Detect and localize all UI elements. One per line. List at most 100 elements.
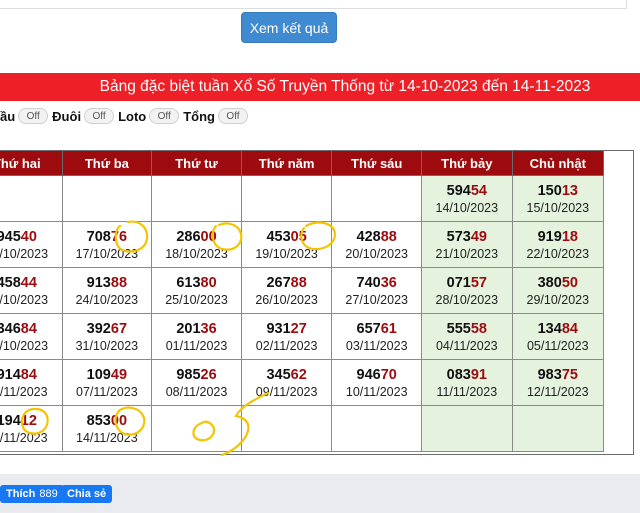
special-prize-number: 45305 xyxy=(242,228,332,246)
draw-date: 03/11/2023 xyxy=(345,338,408,353)
draw-date: 27/10/2023 xyxy=(345,292,408,307)
number-tail: 40 xyxy=(20,228,37,245)
result-cell: 39267 31/10/2023 xyxy=(61,313,153,360)
toggle-switch-loto[interactable]: Off xyxy=(149,108,180,124)
draw-date: 07/11/2023 xyxy=(76,384,138,399)
draw-date: 16/10/2023 xyxy=(0,246,49,261)
result-cell: 07157 28/10/2023 xyxy=(421,267,513,314)
number-tail: 49 xyxy=(110,366,128,383)
special-prize-number: 94670 xyxy=(332,366,421,384)
toggle-switch-head[interactable]: Off xyxy=(18,108,49,124)
draw-date: 21/10/2023 xyxy=(435,246,499,261)
draw-date: 26/10/2023 xyxy=(255,292,318,307)
result-cell: 55558 04/11/2023 xyxy=(421,313,513,360)
number-head: 346 xyxy=(0,320,21,337)
result-cell: 61380 25/10/2023 xyxy=(151,267,242,314)
toggle-loto: Loto Off xyxy=(118,108,183,124)
special-prize-number: 91388 xyxy=(63,274,152,292)
special-prize-number: 98526 xyxy=(152,366,241,384)
draw-date: 29/10/2023 xyxy=(526,292,590,307)
table-row: 9148406/11/20231094907/11/20239852608/11… xyxy=(0,359,605,406)
number-head: 983 xyxy=(537,366,562,383)
column-header: Thứ hai xyxy=(0,150,63,176)
draw-date: 15/10/2023 xyxy=(526,200,590,215)
view-results-button[interactable]: Xem kết quả xyxy=(241,12,337,43)
result-cell: 85300 14/11/2023 xyxy=(61,405,153,452)
draw-date: 24/10/2023 xyxy=(75,292,139,307)
draw-date: 09/11/2023 xyxy=(255,384,318,399)
result-cell: 38050 29/10/2023 xyxy=(511,267,605,314)
number-tail: 36 xyxy=(380,274,397,291)
result-cell: 9454016/10/2023 xyxy=(0,221,63,268)
draw-date: 17/10/2023 xyxy=(75,246,139,261)
special-prize-number: 98375 xyxy=(513,366,603,384)
column-header: Thứ bảy xyxy=(421,150,513,176)
number-tail: 67 xyxy=(110,320,128,337)
table-header-row: Thứ haiThứ baThứ tưThứ nămThứ sáuThứ bảy… xyxy=(0,150,605,176)
number-head: 657 xyxy=(356,320,381,337)
result-cell: 57349 21/10/2023 xyxy=(421,221,513,268)
number-head: 194 xyxy=(0,412,21,429)
number-head: 945 xyxy=(0,228,21,245)
special-prize-number: 39267 xyxy=(63,320,152,338)
number-tail: 13 xyxy=(561,182,578,199)
number-tail: 57 xyxy=(470,274,487,291)
special-prize-number: 34562 xyxy=(242,366,332,384)
result-cell: 42888 20/10/2023 xyxy=(331,221,423,268)
toggle-switch-tail[interactable]: Off xyxy=(84,108,115,124)
number-head: 914 xyxy=(0,366,21,383)
toggle-bar: ầu Off Đuôi Off Loto Off Tổng Off xyxy=(0,107,252,125)
like-button[interactable]: Thích 889 xyxy=(0,485,64,503)
result-cell xyxy=(421,405,513,452)
special-prize-number: 19412 xyxy=(0,412,62,430)
table-row: 3468430/10/20233926731/10/20232013601/11… xyxy=(0,313,605,360)
column-header: Chủ nhật xyxy=(511,150,605,176)
number-tail: 88 xyxy=(380,228,397,245)
share-label: Chia sẻ xyxy=(67,488,107,500)
result-cell xyxy=(511,405,605,452)
result-cell: 4584423/10/2023 xyxy=(0,267,63,314)
result-cell xyxy=(61,175,153,222)
result-cell: 94670 10/11/2023 xyxy=(331,359,423,406)
results-table-container: Thứ haiThứ baThứ tưThứ nămThứ sáuThứ bảy… xyxy=(0,150,634,455)
number-tail: 88 xyxy=(290,274,307,291)
special-prize-number: 91484 xyxy=(0,366,62,384)
like-count: 889 xyxy=(39,488,58,500)
result-cell: 45305 19/10/2023 xyxy=(240,221,333,268)
number-head: 594 xyxy=(446,182,471,199)
special-prize-number: 85300 xyxy=(63,412,152,430)
number-tail: 12 xyxy=(20,412,37,429)
result-cell: 15013 15/10/2023 xyxy=(511,175,605,222)
number-head: 708 xyxy=(86,228,111,245)
share-button[interactable]: Chia sẻ xyxy=(61,485,113,503)
table-row: 4584423/10/20239138824/10/2023 6138025/10… xyxy=(0,267,605,314)
special-prize-number: 65761 xyxy=(332,320,421,338)
number-head: 740 xyxy=(356,274,381,291)
number-tail: 00 xyxy=(110,412,128,429)
number-tail: 84 xyxy=(561,320,578,337)
table-row: 59454 14/10/2023 15013 15/10/2023 xyxy=(0,175,605,222)
draw-date: 14/10/2023 xyxy=(435,200,499,215)
result-cell: 98375 12/11/2023 xyxy=(511,359,605,406)
draw-date: 01/11/2023 xyxy=(165,338,228,353)
number-tail: 44 xyxy=(20,274,37,291)
toggle-switch-sum[interactable]: Off xyxy=(217,108,248,124)
column-header: Thứ tư xyxy=(151,150,242,176)
special-prize-number: 91918 xyxy=(513,228,603,246)
number-head: 380 xyxy=(537,274,562,291)
number-tail: 18 xyxy=(561,228,578,245)
result-cell: 26788 26/10/2023 xyxy=(240,267,333,314)
draw-date: 13/11/2023 xyxy=(0,430,48,445)
number-tail: 61 xyxy=(380,320,397,337)
result-cell: 70876 17/10/2023 xyxy=(61,221,153,268)
result-cell: 34562 09/11/2023 xyxy=(240,359,333,406)
draw-date: 19/10/2023 xyxy=(255,246,318,261)
result-cell: 91918 22/10/2023 xyxy=(511,221,605,268)
number-head: 613 xyxy=(176,274,201,291)
special-prize-number: 15013 xyxy=(513,182,603,200)
table-row: 9454016/10/20237087617/10/20232860018/10… xyxy=(0,221,605,268)
draw-date: 30/10/2023 xyxy=(0,338,49,353)
number-tail: 84 xyxy=(20,366,37,383)
result-cell: 93127 02/11/2023 xyxy=(240,313,333,360)
number-tail: 05 xyxy=(290,228,307,245)
